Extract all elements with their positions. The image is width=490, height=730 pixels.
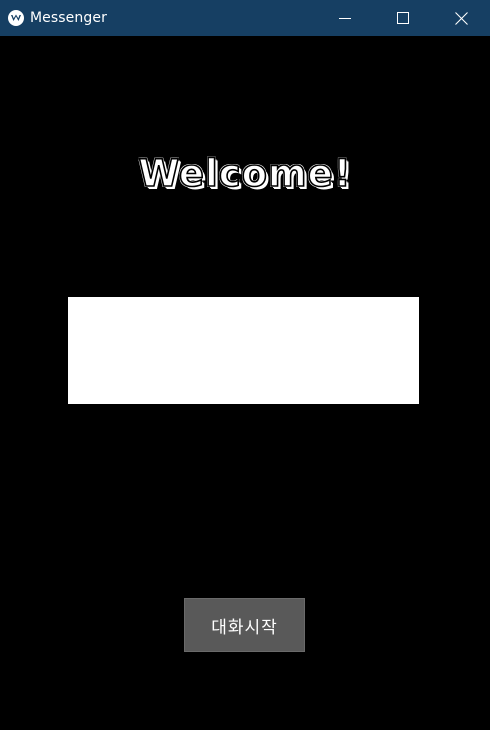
minimize-button[interactable] xyxy=(316,0,374,36)
welcome-heading: Welcome! xyxy=(138,151,352,196)
window-controls xyxy=(316,0,490,36)
kivy-logo-icon xyxy=(8,10,24,26)
maximize-icon xyxy=(397,12,409,24)
maximize-button[interactable] xyxy=(374,0,432,36)
close-button[interactable] xyxy=(432,0,490,36)
start-chat-button[interactable]: 대화시작 xyxy=(184,598,305,652)
close-icon xyxy=(454,11,468,25)
app-window: Messenger Welcome! 대화시작 xyxy=(0,0,490,730)
window-title: Messenger xyxy=(30,10,107,26)
title-bar[interactable]: Messenger xyxy=(0,0,490,36)
name-input[interactable] xyxy=(68,297,419,404)
minimize-icon xyxy=(339,12,351,24)
